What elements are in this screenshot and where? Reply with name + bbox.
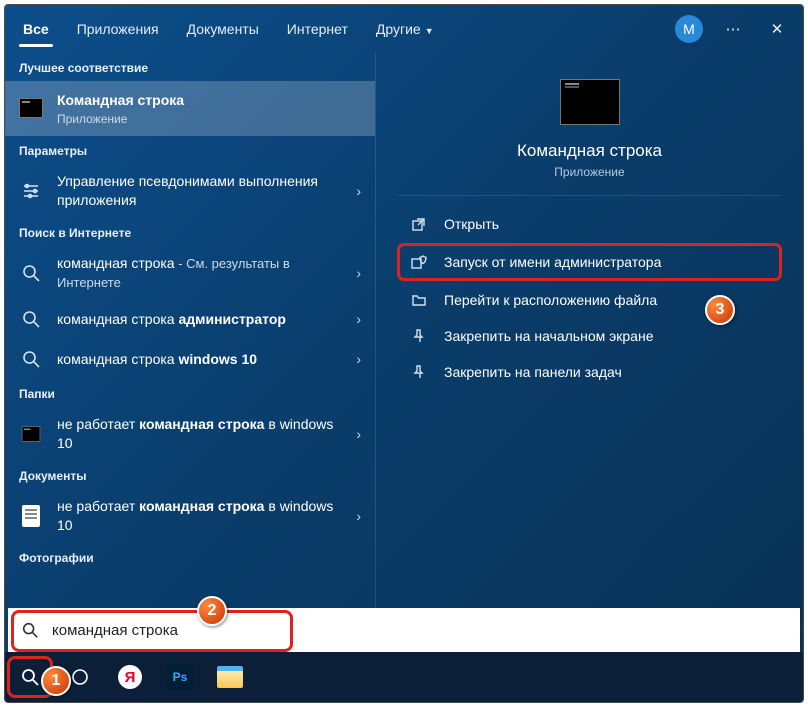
tab-docs[interactable]: Документы [173,5,273,53]
section-web: Поиск в Интернете [5,218,375,246]
annotation-bubble-3: 3 [705,295,735,325]
folder-icon [410,291,428,309]
settings-list-icon [19,179,43,203]
close-button[interactable]: ✕ [755,5,799,53]
taskbar-explorer[interactable] [205,652,255,702]
action-pin-taskbar[interactable]: Закрепить на панели задач [376,354,803,390]
result-web-2[interactable]: командная строка администратор › [5,299,375,339]
pin-taskbar-icon [410,363,428,381]
preview-pane: Командная строка Приложение Открыть Запу… [375,53,803,652]
action-open[interactable]: Открыть [376,206,803,242]
action-pin-start[interactable]: Закрепить на начальном экране [376,318,803,354]
chevron-right-icon: › [356,351,361,367]
tab-more[interactable]: Другие▼ [362,5,448,53]
result-settings-alias[interactable]: Управление псевдонимами выполнения прило… [5,164,375,218]
action-open-location[interactable]: Перейти к расположению файла [376,282,803,318]
pin-start-icon [410,327,428,345]
search-panel: Все Приложения Документы Интернет Другие… [5,5,803,652]
search-icon [19,261,43,285]
result-web-3[interactable]: командная строка windows 10 › [5,339,375,379]
section-settings: Параметры [5,136,375,164]
chevron-right-icon: › [356,426,361,442]
cmd-icon [19,422,43,446]
tab-web[interactable]: Интернет [273,5,362,53]
annotation-bubble-2: 2 [197,596,227,626]
results-list: Лучшее соответствие Командная строка При… [5,53,375,652]
result-folder-1[interactable]: не работает командная строка в windows 1… [5,407,375,461]
search-icon [19,307,43,331]
cmd-icon [19,96,43,120]
avatar[interactable]: М [675,15,703,43]
search-icon [8,621,52,639]
preview-title: Командная строка [517,141,662,161]
section-best-match: Лучшее соответствие [5,53,375,81]
annotation-bubble-1: 1 [41,666,71,696]
tab-all[interactable]: Все [9,5,63,53]
section-folders: Папки [5,379,375,407]
taskbar-photoshop[interactable]: Ps [155,652,205,702]
action-run-as-admin[interactable]: Запуск от имени администратора [398,244,781,280]
taskbar: Я Ps [5,652,803,702]
search-box[interactable] [8,608,800,652]
chevron-right-icon: › [356,183,361,199]
result-web-1[interactable]: командная строка - См. результаты в Инте… [5,246,375,300]
tab-apps[interactable]: Приложения [63,5,173,53]
search-icon [19,347,43,371]
result-doc-1[interactable]: не работает командная строка в windows 1… [5,489,375,543]
open-icon [410,215,428,233]
chevron-right-icon: › [356,508,361,524]
section-photos: Фотографии [5,543,375,571]
preview-subtitle: Приложение [554,165,624,179]
shield-icon [410,253,428,271]
taskbar-yandex[interactable]: Я [105,652,155,702]
cmd-icon [560,79,620,125]
result-best-match[interactable]: Командная строка Приложение [5,81,375,136]
chevron-down-icon: ▼ [425,26,434,36]
search-input[interactable] [52,608,800,652]
document-icon [19,504,43,528]
section-documents: Документы [5,461,375,489]
options-button[interactable]: ⋯ [711,5,755,53]
chevron-right-icon: › [356,265,361,281]
chevron-right-icon: › [356,311,361,327]
filter-tabs: Все Приложения Документы Интернет Другие… [5,5,803,53]
